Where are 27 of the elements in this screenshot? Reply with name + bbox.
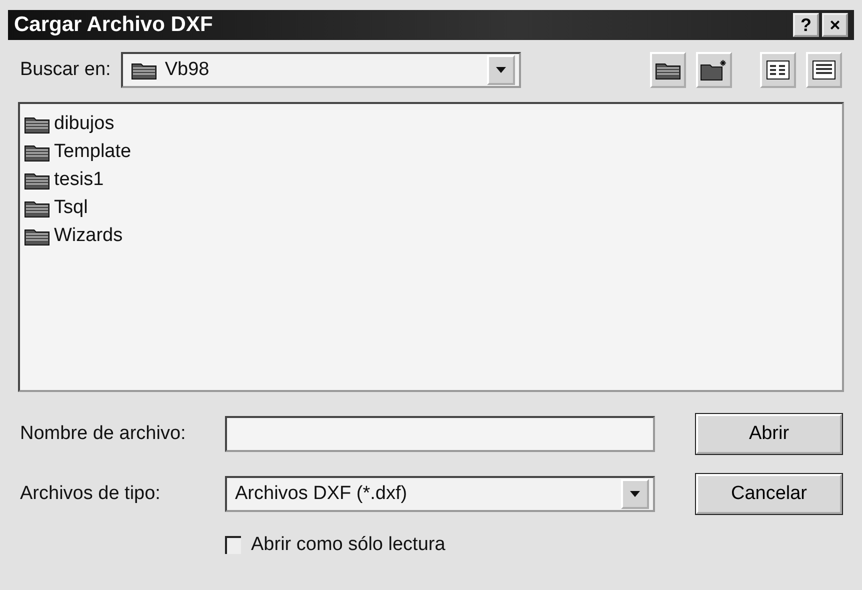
file-name-label: Nombre de archivo: bbox=[20, 423, 187, 445]
checkbox[interactable] bbox=[225, 536, 241, 554]
caret-icon bbox=[621, 479, 649, 509]
details-view-icon bbox=[812, 60, 836, 80]
close-button[interactable]: × bbox=[822, 13, 848, 37]
help-button[interactable]: ? bbox=[793, 13, 819, 37]
file-type-dropdown[interactable]: Archivos DXF (*.dxf) bbox=[225, 476, 655, 512]
folder-item[interactable]: Wizards bbox=[24, 222, 838, 249]
new-folder-button[interactable] bbox=[696, 52, 732, 88]
file-name-field[interactable] bbox=[225, 416, 655, 452]
up-folder-button[interactable] bbox=[650, 52, 686, 88]
new-folder-icon bbox=[700, 59, 728, 81]
cancel-button[interactable]: Cancelar bbox=[696, 474, 842, 514]
folder-item[interactable]: Tsql bbox=[24, 194, 838, 221]
folder-item[interactable]: dibujos bbox=[24, 110, 838, 137]
open-button[interactable]: Abrir bbox=[696, 414, 842, 454]
list-view-icon bbox=[766, 60, 790, 80]
look-in-dropdown[interactable]: Vb98 bbox=[120, 52, 521, 88]
window-title: Cargar Archivo DXF bbox=[14, 13, 214, 37]
checkbox-label: Abrir como sólo lectura bbox=[251, 534, 446, 556]
list-view-button[interactable] bbox=[760, 52, 796, 88]
file-type-label: Archivos de tipo: bbox=[20, 483, 162, 505]
folder-item[interactable]: Template bbox=[24, 138, 838, 165]
folder-item[interactable]: tesis1 bbox=[24, 166, 838, 193]
caret-icon bbox=[486, 55, 515, 85]
details-view-button[interactable] bbox=[806, 52, 842, 88]
look-in-label: Buscar en: bbox=[20, 59, 111, 81]
